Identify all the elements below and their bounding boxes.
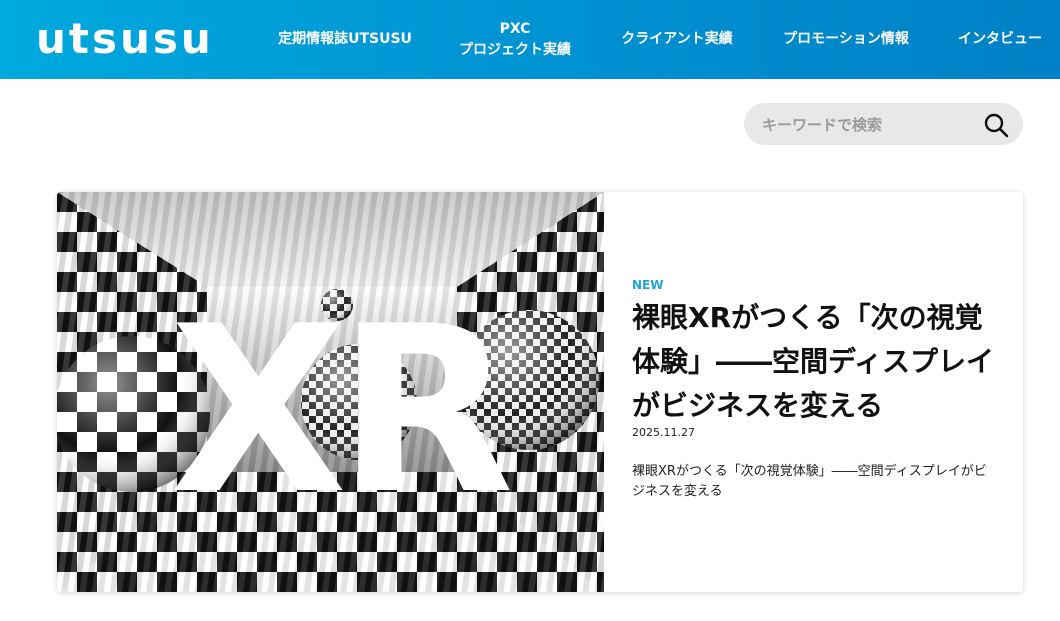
nav-item-client-works[interactable]: クライアント実績	[610, 0, 744, 79]
nav-item-magazine[interactable]: 定期情報誌UTSUSU	[270, 0, 420, 79]
featured-article-card[interactable]: XR NEW 裸眼XRがつくる「次の視覚体験」――空間ディスプレイがビジネスを変…	[57, 192, 1023, 592]
nav-label: クライアント実績	[621, 31, 733, 47]
article-title[interactable]: 裸眼XRがつくる「次の視覚体験」――空間ディスプレイがビジネスを変える	[632, 296, 1002, 428]
nav-label: プロモーション情報	[783, 31, 909, 47]
logo-text: utsusu	[36, 13, 214, 63]
nav-label: 定期情報誌UTSUSU	[278, 31, 412, 47]
nav-label-line2: プロジェクト実績	[459, 41, 571, 58]
nav-item-promotion[interactable]: プロモーション情報	[772, 0, 920, 79]
search-box	[744, 103, 1023, 147]
image-xr-text: XR	[170, 278, 510, 545]
search-input[interactable]	[760, 103, 974, 147]
nav-label: インタビュー	[958, 31, 1042, 47]
new-badge: NEW	[632, 278, 664, 292]
site-logo[interactable]: utsusu	[36, 13, 214, 63]
nav-label-line1: PXC	[499, 20, 531, 37]
site-header: utsusu 定期情報誌UTSUSU PXC プロジェクト実績 クライアント実績…	[0, 0, 1060, 79]
article-excerpt: 裸眼XRがつくる「次の視覚体験」――空間ディスプレイがビジネスを変える	[632, 464, 987, 499]
nav-item-pxc-projects[interactable]: PXC プロジェクト実績	[445, 0, 585, 79]
featured-article-body: NEW 裸眼XRがつくる「次の視覚体験」――空間ディスプレイがビジネスを変える …	[632, 192, 1002, 592]
nav-item-interview[interactable]: インタビュー	[948, 0, 1052, 79]
featured-article-image[interactable]: XR	[57, 192, 604, 592]
article-date: 2025.11.27	[632, 426, 695, 439]
search-icon[interactable]	[983, 112, 1009, 138]
